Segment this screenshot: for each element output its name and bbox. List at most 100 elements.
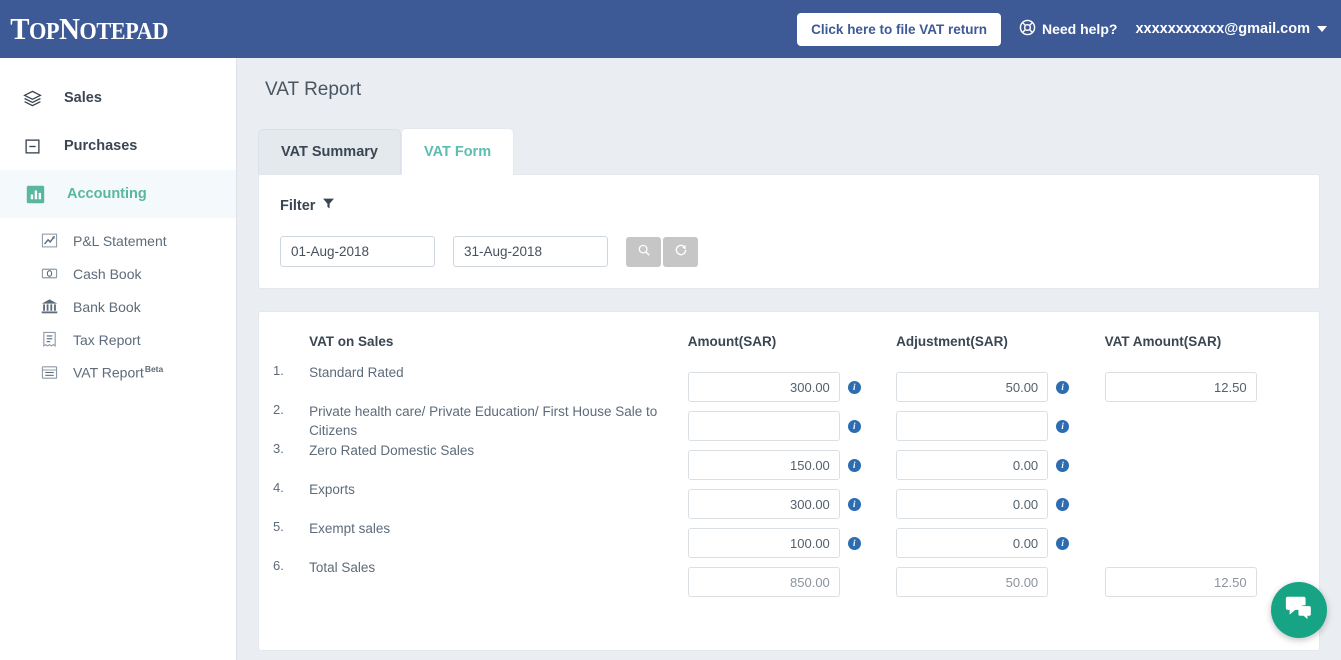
- app-logo[interactable]: TOPNOTEPAD: [0, 11, 168, 47]
- funnel-icon: [322, 197, 335, 214]
- row-label: Standard Rated: [309, 363, 688, 402]
- row-vat-amount-cell: [1105, 441, 1305, 480]
- row-label: Exports: [309, 480, 688, 519]
- minus-square-icon: [22, 138, 42, 155]
- adjustment-input[interactable]: [896, 528, 1048, 558]
- row-adjustment-cell: i: [896, 480, 1104, 519]
- layers-icon: [22, 89, 42, 108]
- row-label: Private health care/ Private Education/ …: [309, 402, 688, 441]
- sidebar-subitem-label: Tax Report: [73, 332, 141, 348]
- search-button[interactable]: [626, 237, 661, 267]
- lifebuoy-icon: [1019, 19, 1036, 39]
- tab-bar: VAT Summary VAT Form: [237, 128, 1341, 174]
- need-help-label: Need help?: [1042, 21, 1117, 37]
- table-body: 1. Standard Rated i i: [273, 363, 1305, 597]
- info-icon[interactable]: i: [848, 537, 861, 550]
- total-adjustment-input: [896, 567, 1048, 597]
- need-help-link[interactable]: Need help?: [1019, 19, 1117, 39]
- row-index: 6.: [273, 558, 309, 597]
- row-adjustment-cell: i: [896, 441, 1104, 480]
- filter-controls: [280, 236, 1319, 267]
- receipt-icon: [40, 331, 58, 348]
- vat-on-sales-table: VAT on Sales Amount(SAR) Adjustment(SAR)…: [273, 324, 1305, 597]
- sidebar-item-pl-statement[interactable]: P&L Statement: [0, 224, 236, 257]
- amount-input[interactable]: [688, 372, 840, 402]
- row-adjustment-cell: i: [896, 402, 1104, 441]
- sidebar-item-label: Sales: [64, 90, 102, 106]
- sidebar-subitem-label: P&L Statement: [73, 233, 167, 249]
- amount-input[interactable]: [688, 450, 840, 480]
- row-index: 5.: [273, 519, 309, 558]
- adjustment-input[interactable]: [896, 411, 1048, 441]
- refresh-icon: [674, 243, 688, 260]
- info-icon[interactable]: i: [1056, 381, 1069, 394]
- icon-spacer: [848, 576, 861, 589]
- row-adjustment-cell: [896, 558, 1104, 597]
- sidebar-item-accounting[interactable]: Accounting: [0, 170, 236, 218]
- sidebar-item-purchases[interactable]: Purchases: [0, 122, 236, 170]
- page-title: VAT Report: [237, 58, 1341, 101]
- user-account-menu[interactable]: xxxxxxxxxxx@gmail.com: [1135, 21, 1327, 37]
- row-vat-amount-cell: [1105, 480, 1305, 519]
- tab-vat-summary[interactable]: VAT Summary: [258, 129, 401, 174]
- info-icon[interactable]: i: [848, 459, 861, 472]
- sidebar-item-sales[interactable]: Sales: [0, 74, 236, 122]
- bar-chart-icon: [25, 185, 45, 204]
- sidebar-item-tax-report[interactable]: Tax Report: [0, 323, 236, 356]
- sidebar-item-cash-book[interactable]: Cash Book: [0, 257, 236, 290]
- info-icon[interactable]: i: [848, 420, 861, 433]
- row-label: Total Sales: [309, 558, 688, 597]
- column-header-adjustment: Adjustment(SAR): [896, 324, 1104, 363]
- amount-input[interactable]: [688, 489, 840, 519]
- user-email-label: xxxxxxxxxxx@gmail.com: [1135, 21, 1310, 37]
- top-header: TOPNOTEPAD Click here to file VAT return…: [0, 0, 1341, 58]
- sidebar-primary-nav: Sales Purchases Accounting: [0, 58, 236, 389]
- sidebar-item-vat-report[interactable]: VAT ReportBeta: [0, 356, 236, 389]
- info-icon[interactable]: i: [848, 381, 861, 394]
- total-vat-amount-input: [1105, 567, 1257, 597]
- column-header-amount: Amount(SAR): [688, 324, 896, 363]
- adjustment-input[interactable]: [896, 372, 1048, 402]
- table-row: 4. Exports i i: [273, 480, 1305, 519]
- info-icon[interactable]: i: [1056, 537, 1069, 550]
- table-row: 2. Private health care/ Private Educatio…: [273, 402, 1305, 441]
- line-chart-icon: [40, 232, 58, 249]
- table-header-row: VAT on Sales Amount(SAR) Adjustment(SAR)…: [273, 324, 1305, 363]
- row-amount-cell: i: [688, 519, 896, 558]
- row-index: 4.: [273, 480, 309, 519]
- adjustment-input[interactable]: [896, 489, 1048, 519]
- sidebar-item-label: Accounting: [67, 186, 147, 202]
- sidebar-item-label: Purchases: [64, 138, 137, 154]
- sidebar-subitem-label: VAT ReportBeta: [73, 364, 163, 381]
- bank-icon: [40, 298, 58, 315]
- filter-panel: Filter: [258, 174, 1320, 289]
- info-icon[interactable]: i: [1056, 498, 1069, 511]
- amount-input[interactable]: [688, 411, 840, 441]
- row-amount-cell: [688, 558, 896, 597]
- table-row: 1. Standard Rated i i: [273, 363, 1305, 402]
- sidebar-subitem-label: Bank Book: [73, 299, 141, 315]
- file-vat-return-button[interactable]: Click here to file VAT return: [797, 13, 1001, 46]
- tab-vat-form[interactable]: VAT Form: [401, 128, 514, 175]
- sidebar: Sales Purchases Accounting: [0, 58, 237, 660]
- beta-badge: Beta: [145, 364, 163, 374]
- row-index: 1.: [273, 363, 309, 402]
- sidebar-item-bank-book[interactable]: Bank Book: [0, 290, 236, 323]
- from-date-input[interactable]: [280, 236, 435, 267]
- info-icon[interactable]: i: [1056, 459, 1069, 472]
- row-amount-cell: i: [688, 441, 896, 480]
- column-header-index: [273, 324, 309, 363]
- adjustment-input[interactable]: [896, 450, 1048, 480]
- vat-amount-input[interactable]: [1105, 372, 1257, 402]
- column-header-section: VAT on Sales: [309, 324, 688, 363]
- sidebar-sub-nav: P&L Statement Cash Book: [0, 218, 236, 389]
- amount-input[interactable]: [688, 528, 840, 558]
- to-date-input[interactable]: [453, 236, 608, 267]
- reset-button[interactable]: [663, 237, 698, 267]
- chevron-down-icon: [1317, 26, 1327, 32]
- info-icon[interactable]: i: [848, 498, 861, 511]
- table-row: 3. Zero Rated Domestic Sales i i: [273, 441, 1305, 480]
- chat-widget-button[interactable]: [1271, 582, 1327, 638]
- icon-spacer: [1056, 576, 1069, 589]
- info-icon[interactable]: i: [1056, 420, 1069, 433]
